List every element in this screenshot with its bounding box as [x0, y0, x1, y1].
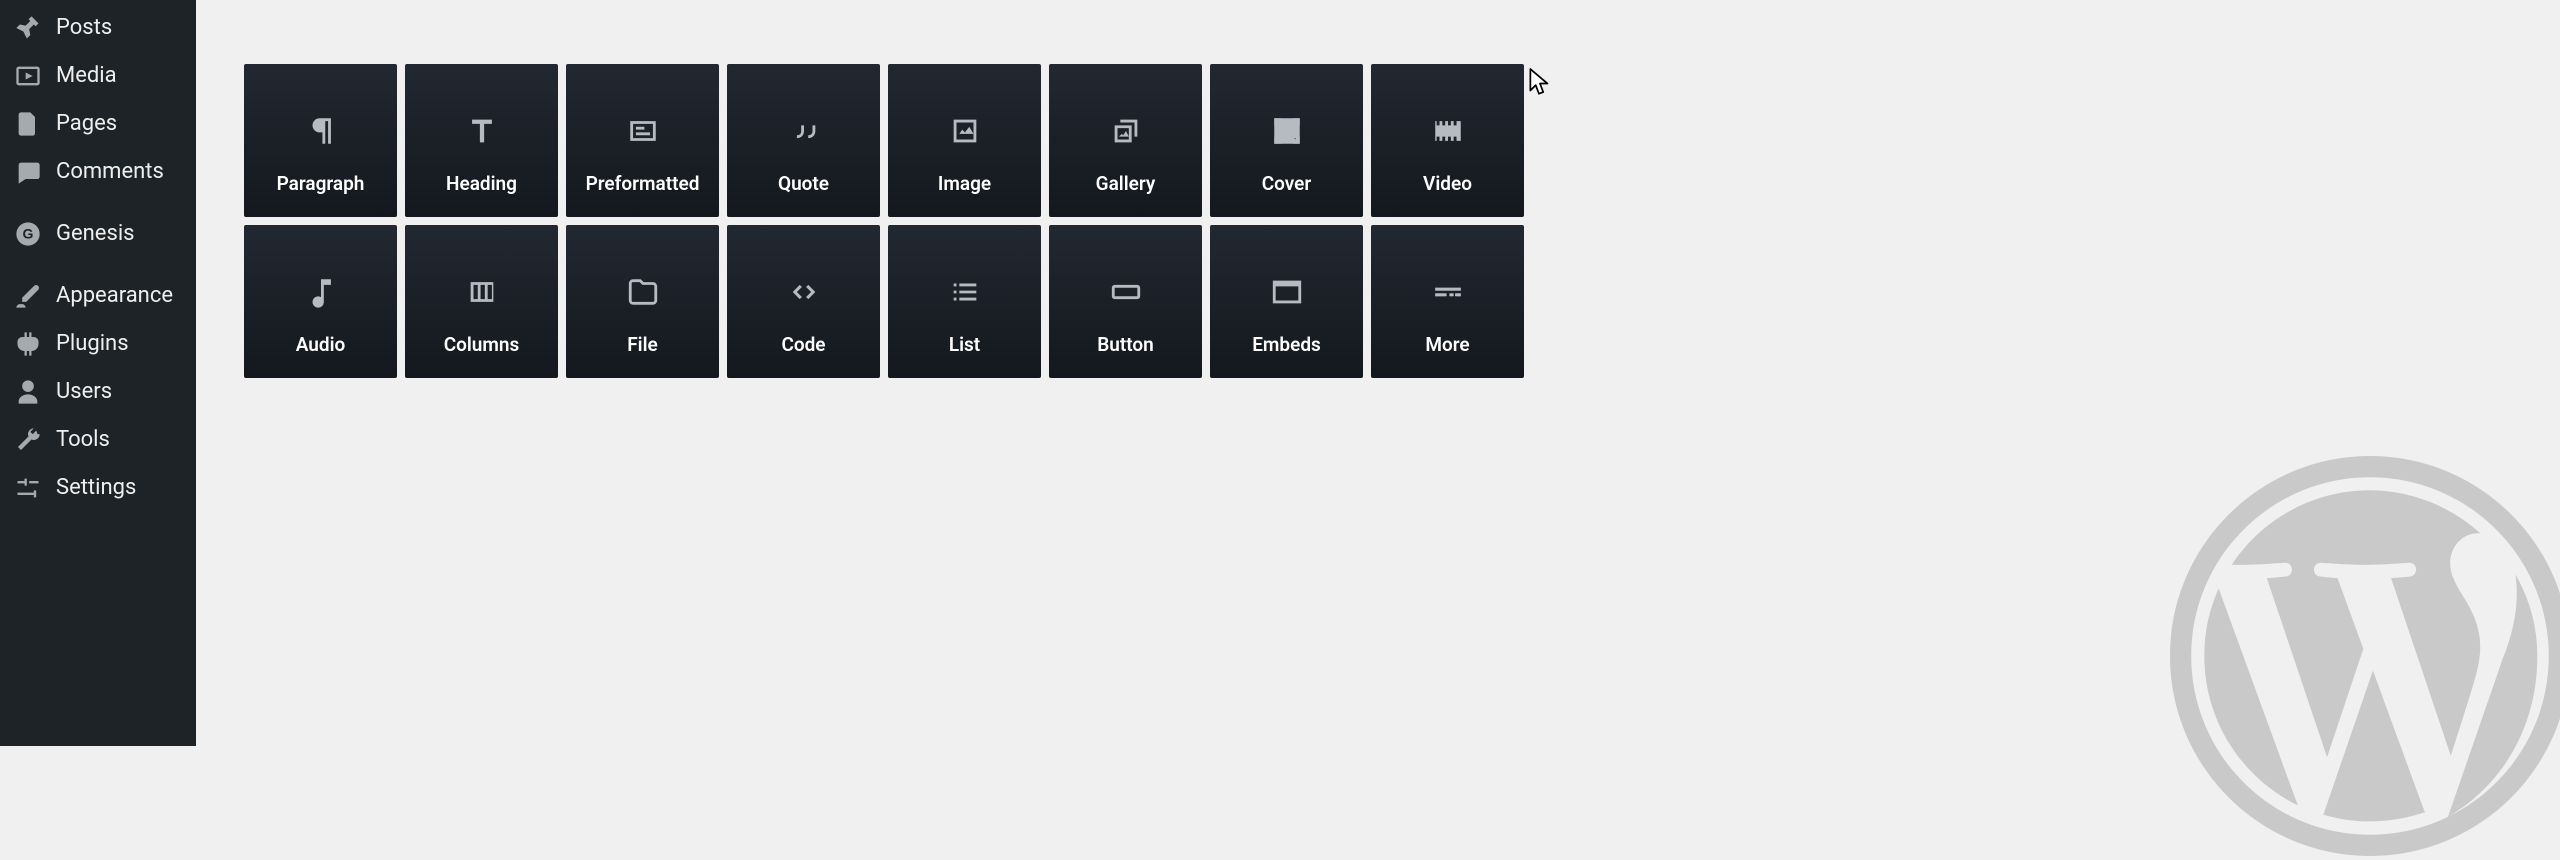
embeds-icon: [1210, 275, 1363, 309]
page-icon: [14, 110, 42, 138]
sidebar-item-label: Tools: [56, 428, 182, 452]
genesis-icon: [14, 220, 42, 248]
block-label: Gallery: [1096, 172, 1156, 195]
quote-icon: [727, 114, 880, 148]
comment-icon: [14, 158, 42, 186]
sidebar-item-media[interactable]: Media: [0, 52, 196, 100]
block-code[interactable]: Code: [727, 225, 880, 378]
sidebar-item-pages[interactable]: Pages: [0, 100, 196, 148]
sidebar-item-plugins[interactable]: Plugins: [0, 320, 196, 368]
block-video[interactable]: Video: [1371, 64, 1524, 217]
block-label: Button: [1097, 333, 1154, 356]
sidebar-item-settings[interactable]: Settings: [0, 464, 196, 512]
block-paragraph[interactable]: Paragraph: [244, 64, 397, 217]
block-file[interactable]: File: [566, 225, 719, 378]
wordpress-logo-watermark: [2170, 456, 2560, 856]
plug-icon: [14, 330, 42, 358]
block-label: File: [627, 333, 658, 356]
block-more[interactable]: More: [1371, 225, 1524, 378]
sidebar-separator: [0, 258, 196, 272]
block-button[interactable]: Button: [1049, 225, 1202, 378]
pin-icon: [14, 14, 42, 42]
code-icon: [727, 275, 880, 309]
block-audio[interactable]: Audio: [244, 225, 397, 378]
block-heading[interactable]: Heading: [405, 64, 558, 217]
list-icon: [888, 275, 1041, 309]
block-label: Video: [1423, 172, 1472, 195]
sidebar-item-tools[interactable]: Tools: [0, 416, 196, 464]
block-label: Image: [938, 172, 991, 195]
sidebar-item-label: Plugins: [56, 332, 182, 356]
block-list[interactable]: List: [888, 225, 1041, 378]
block-label: Quote: [778, 172, 829, 195]
block-columns[interactable]: Columns: [405, 225, 558, 378]
sidebar-item-posts[interactable]: Posts: [0, 4, 196, 52]
block-embeds[interactable]: Embeds: [1210, 225, 1363, 378]
block-label: More: [1425, 333, 1469, 356]
block-cover[interactable]: Cover: [1210, 64, 1363, 217]
sidebar-item-label: Media: [56, 64, 182, 88]
block-preformatted[interactable]: Preformatted: [566, 64, 719, 217]
sidebar-item-label: Comments: [56, 160, 182, 184]
paragraph-icon: [244, 114, 397, 148]
video-icon: [1371, 114, 1524, 148]
block-gallery[interactable]: Gallery: [1049, 64, 1202, 217]
sidebar-item-label: Appearance: [56, 284, 182, 308]
cover-icon: [1210, 114, 1363, 148]
block-label: Code: [781, 333, 825, 356]
gallery-icon: [1049, 114, 1202, 148]
sidebar-item-appearance[interactable]: Appearance: [0, 272, 196, 320]
block-label: Embeds: [1252, 333, 1321, 356]
blocks-grid: Paragraph Heading Preformatted Quote Ima…: [244, 64, 2512, 378]
audio-icon: [244, 275, 397, 309]
sidebar-item-label: Pages: [56, 112, 182, 136]
sidebar-item-label: Genesis: [56, 222, 182, 246]
block-label: Columns: [444, 333, 520, 356]
sidebar-item-users[interactable]: Users: [0, 368, 196, 416]
content-area: Paragraph Heading Preformatted Quote Ima…: [196, 0, 2560, 746]
block-label: Cover: [1262, 172, 1312, 195]
columns-icon: [405, 275, 558, 309]
admin-sidebar: Posts Media Pages Comments Genesis Appea…: [0, 0, 196, 746]
sidebar-item-label: Settings: [56, 476, 182, 500]
block-label: Preformatted: [586, 172, 700, 195]
button-icon: [1049, 275, 1202, 309]
sidebar-item-label: Users: [56, 380, 182, 404]
media-icon: [14, 62, 42, 90]
brush-icon: [14, 282, 42, 310]
file-icon: [566, 275, 719, 309]
preformatted-icon: [566, 114, 719, 148]
block-label: List: [949, 333, 980, 356]
sidebar-separator: [0, 196, 196, 210]
user-icon: [14, 378, 42, 406]
sidebar-item-genesis[interactable]: Genesis: [0, 210, 196, 258]
image-icon: [888, 114, 1041, 148]
wrench-icon: [14, 426, 42, 454]
sidebar-item-label: Posts: [56, 16, 182, 40]
block-image[interactable]: Image: [888, 64, 1041, 217]
block-quote[interactable]: Quote: [727, 64, 880, 217]
sidebar-item-comments[interactable]: Comments: [0, 148, 196, 196]
heading-icon: [405, 114, 558, 148]
block-label: Paragraph: [277, 172, 365, 195]
block-label: Heading: [446, 172, 517, 195]
sliders-icon: [14, 474, 42, 502]
more-icon: [1371, 275, 1524, 309]
block-label: Audio: [296, 333, 346, 356]
